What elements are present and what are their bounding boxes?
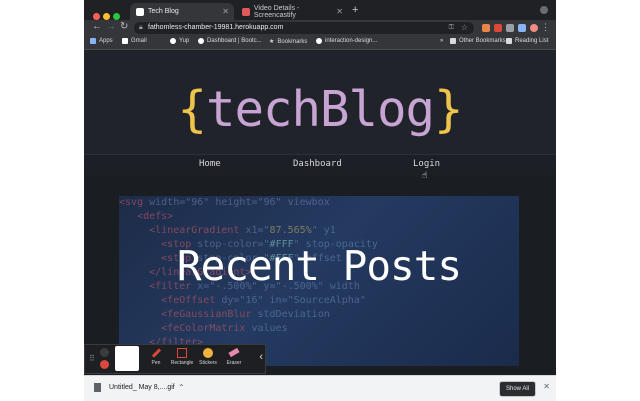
forward-icon[interactable]: →	[106, 21, 116, 32]
eraser-icon	[228, 347, 240, 358]
browser-window: Tech Blog ✕ Video Details - Screencastif…	[84, 0, 556, 400]
key-icon[interactable]: ⚿	[449, 22, 454, 34]
browser-toolbar: ← → ↻ 🔒︎ fathomless-chamber-19981.heroku…	[84, 20, 556, 36]
download-bar: Untitled_ May 8,....gif ⌃ Show All ✕	[84, 375, 556, 401]
nav-dashboard[interactable]: Dashboard	[293, 159, 342, 169]
bookmark-label: Gmail	[131, 38, 147, 44]
globe-icon	[198, 38, 204, 44]
profile-icon[interactable]	[518, 24, 526, 32]
bookmark-label: Dashboard | Bootc...	[207, 38, 262, 44]
bookmark-gmail[interactable]: Gmail	[122, 38, 147, 44]
close-tab-icon[interactable]: ✕	[222, 7, 229, 16]
bookmark-label: interaction-design...	[325, 38, 378, 44]
bookmark-label: Other Bookmarks	[459, 38, 506, 44]
bookmarks-bar: Apps Gmail Yup Dashboard | Bootc... ★ Bo…	[84, 36, 556, 50]
site-logo[interactable]: {techBlog}	[84, 80, 556, 140]
other-bookmarks[interactable]: Other Bookmarks	[450, 38, 506, 44]
rectangle-icon	[177, 348, 187, 358]
pause-recording-button[interactable]	[100, 348, 109, 357]
bookmark-label: Apps	[99, 38, 113, 44]
close-window-button[interactable]	[93, 13, 100, 20]
collapse-toolbar-icon[interactable]: ‹	[259, 351, 263, 363]
screencastify-extension-icon[interactable]	[494, 24, 502, 32]
show-all-button[interactable]: Show All	[498, 381, 536, 397]
hero-banner: <svg width="96" height="96" viewbox <def…	[119, 196, 519, 366]
close-tab-icon[interactable]: ✕	[336, 7, 343, 16]
tab-video-details[interactable]: Video Details - Screencastify ✕	[236, 3, 348, 20]
reload-icon[interactable]: ↻	[120, 21, 128, 32]
tool-label: Eraser	[226, 360, 242, 366]
chevron-double-icon: »	[440, 38, 444, 44]
bookmark-label: Yup	[179, 38, 190, 44]
bookmark-dashboard[interactable]: Dashboard | Bootc...	[198, 38, 262, 44]
tool-label: Pen	[151, 360, 161, 366]
site-nav: Home Dashboard Login	[84, 154, 556, 176]
bookmarks-overflow-button[interactable]: »	[440, 38, 443, 44]
extension-icon[interactable]	[482, 24, 490, 32]
rectangle-tool-button[interactable]: Rectangle	[169, 348, 195, 366]
bookmark-bookmarks[interactable]: ★ Bookmarks	[269, 38, 308, 46]
tool-label: Rectangle	[170, 360, 194, 366]
reading-list[interactable]: Reading List	[506, 38, 548, 44]
folder-icon	[450, 38, 456, 44]
globe-icon	[136, 7, 144, 16]
new-tab-button[interactable]: +	[352, 4, 358, 16]
bookmark-interaction-design[interactable]: interaction-design...	[316, 38, 377, 44]
bookmark-label: Bookmarks	[277, 38, 308, 45]
page-content: {techBlog} Home Dashboard Login <svg wid…	[84, 50, 556, 375]
cursor-tool-button[interactable]	[115, 346, 139, 371]
bookmark-yup[interactable]: Yup	[170, 38, 189, 44]
tab-search-icon[interactable]	[540, 6, 548, 14]
stickers-tool-button[interactable]: Stickers	[195, 348, 221, 366]
stop-recording-button[interactable]	[100, 360, 109, 369]
download-item[interactable]: Untitled_ May 8,....gif	[94, 383, 175, 392]
hero-title: Recent Posts	[176, 242, 462, 290]
tab-strip: Tech Blog ✕ Video Details - Screencastif…	[84, 0, 556, 20]
pen-icon	[151, 348, 161, 358]
chevron-up-icon[interactable]: ⌃	[178, 383, 185, 392]
avatar[interactable]	[530, 24, 538, 32]
url-text: fathomless-chamber-19981.herokuapp.com	[148, 24, 284, 31]
sticker-icon	[203, 348, 213, 358]
maximize-window-button[interactable]	[113, 13, 120, 20]
reading-list-icon	[506, 38, 512, 44]
globe-icon	[316, 38, 322, 44]
close-download-bar-icon[interactable]: ✕	[543, 382, 550, 391]
address-bar[interactable]: 🔒︎ fathomless-chamber-19981.herokuapp.co…	[134, 22, 474, 34]
download-filename: Untitled_ May 8,....gif	[109, 384, 175, 391]
bookmark-star-icon[interactable]: ☆	[461, 22, 468, 34]
tool-label: Stickers	[199, 360, 217, 366]
tab-title: Video Details - Screencastify	[253, 4, 300, 19]
back-icon[interactable]: ←	[92, 21, 102, 32]
logo-close-brace: }	[434, 81, 463, 138]
tab-tech-blog[interactable]: Tech Blog ✕	[130, 3, 234, 20]
tab-title: Tech Blog	[148, 8, 179, 15]
extensions-puzzle-icon[interactable]	[506, 24, 514, 32]
bookmark-label: Reading List	[515, 38, 549, 44]
mouse-cursor-icon: ☝︎	[422, 170, 428, 180]
drag-handle-icon[interactable]: ⠿	[89, 354, 95, 363]
star-icon: ★	[269, 39, 275, 45]
logo-open-brace: {	[177, 81, 206, 138]
annotation-toolbar: ⠿ Pen Rectangle Stickers Eraser ‹	[84, 344, 266, 374]
bookmark-apps[interactable]: Apps	[90, 38, 113, 44]
apps-grid-icon	[90, 38, 96, 44]
logo-text: techBlog	[205, 81, 435, 138]
gmail-icon	[122, 38, 128, 44]
pen-tool-button[interactable]: Pen	[143, 348, 169, 366]
lock-icon: 🔒︎	[139, 24, 143, 31]
file-icon	[94, 383, 101, 392]
more-menu-icon[interactable]: ⋮	[541, 22, 550, 33]
nav-home[interactable]: Home	[199, 159, 221, 169]
minimize-window-button[interactable]	[103, 13, 110, 20]
screencastify-icon	[242, 7, 250, 16]
yup-icon	[170, 38, 176, 44]
eraser-tool-button[interactable]: Eraser	[221, 347, 247, 366]
nav-login[interactable]: Login	[413, 159, 440, 169]
